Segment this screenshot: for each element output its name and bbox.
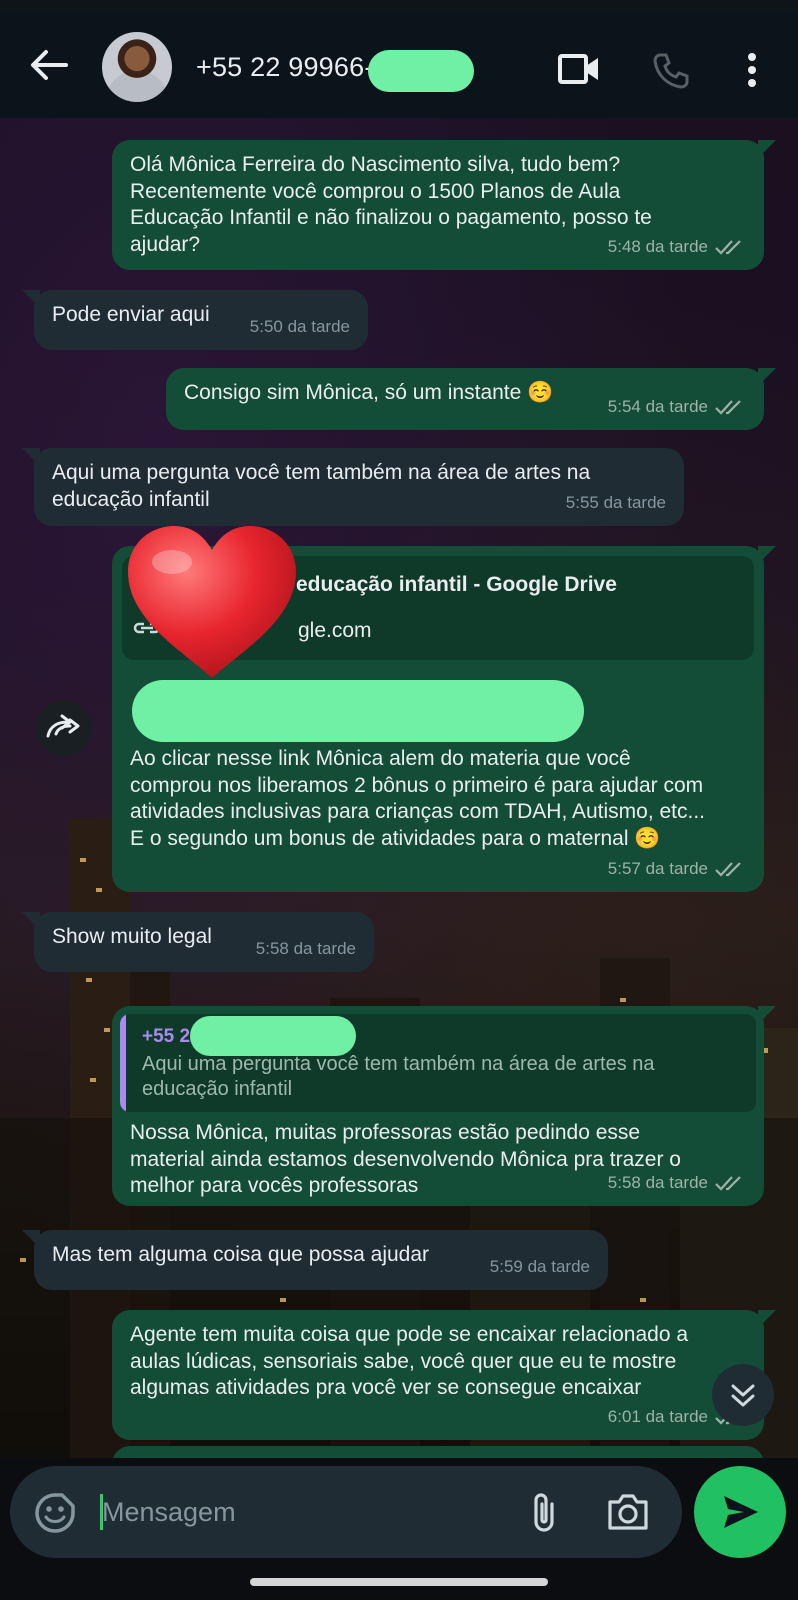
message-text: Agente tem muita coisa que pode se encai… — [130, 1323, 689, 1399]
redacted-link-url[interactable] — [132, 680, 584, 742]
heart-emoji-icon — [128, 526, 296, 678]
message-outgoing-reply[interactable]: +55 22 Aqui uma pergunta você tem também… — [112, 1006, 776, 1206]
send-button[interactable] — [694, 1466, 786, 1558]
message-text: Ao clicar nesse link Mônica alem do mate… — [130, 747, 706, 850]
contact-avatar[interactable] — [102, 32, 172, 102]
camera-icon[interactable] — [606, 1492, 650, 1532]
message-text: Nossa Mônica, muitas professoras estão p… — [130, 1121, 681, 1197]
message-time: 6:01 da tarde — [607, 1406, 708, 1426]
message-incoming[interactable]: Mas tem alguma coisa que possa ajudar 5:… — [22, 1230, 608, 1290]
message-meta: 5:58 da tarde — [256, 936, 356, 963]
link-preview-domain: gle.com — [298, 619, 372, 642]
quote-bar — [120, 1014, 126, 1112]
attach-icon[interactable] — [528, 1490, 560, 1536]
message-meta: 5:50 da tarde — [250, 314, 350, 341]
message-time: 5:59 da tarde — [489, 1256, 590, 1276]
chat-header: +55 22 99966- — [0, 10, 798, 118]
scroll-to-bottom-button[interactable] — [712, 1364, 774, 1426]
message-incoming[interactable]: Show muito legal 5:58 da tarde — [22, 912, 374, 972]
double-check-icon — [715, 239, 741, 255]
message-time: 5:57 da tarde — [607, 858, 708, 878]
quote-text: Aqui uma pergunta você tem também na áre… — [142, 1053, 655, 1100]
message-list[interactable]: Olá Mônica Ferreira do Nascimento silva,… — [0, 118, 798, 1486]
message-meta: 5:57 da tarde — [608, 856, 746, 883]
bubble-tail — [22, 290, 40, 308]
send-icon — [724, 1496, 758, 1528]
message-meta: 5:55 da tarde — [566, 490, 666, 517]
forward-icon — [46, 714, 80, 738]
message-meta: 5:48 da tarde — [608, 234, 746, 261]
bubble-tail — [22, 448, 40, 466]
message-time: 5:55 da tarde — [565, 492, 666, 512]
message-outgoing[interactable]: Consigo sim Mônica, só um instante ☺️ 5:… — [166, 368, 776, 430]
message-time: 5:58 da tarde — [607, 1172, 708, 1192]
quoted-message[interactable]: +55 22 Aqui uma pergunta você tem também… — [120, 1014, 756, 1112]
message-input[interactable] — [102, 1488, 502, 1536]
message-incoming[interactable]: Pode enviar aqui 5:50 da tarde — [22, 290, 368, 350]
bubble-tail — [758, 1006, 776, 1024]
back-arrow-icon[interactable] — [28, 48, 68, 82]
voice-call-icon[interactable] — [652, 52, 690, 90]
bubble-tail — [758, 546, 776, 564]
double-check-icon — [715, 1175, 741, 1191]
link-preview-title: educação infantil - Google Drive — [296, 573, 617, 596]
message-outgoing[interactable]: Agente tem muita coisa que pode se encai… — [112, 1310, 776, 1440]
message-incoming[interactable]: Aqui uma pergunta você tem também na áre… — [22, 448, 684, 526]
bubble-tail — [22, 912, 40, 930]
message-time: 5:54 da tarde — [607, 396, 708, 416]
bubble-tail — [758, 368, 776, 386]
message-time: 5:50 da tarde — [249, 316, 350, 336]
sticker-icon[interactable] — [34, 1492, 76, 1534]
redaction-mark — [190, 1016, 356, 1056]
message-composer[interactable] — [10, 1466, 682, 1558]
bubble-tail — [22, 1230, 40, 1248]
redaction-mark — [368, 50, 474, 92]
status-bar — [0, 0, 798, 10]
contact-name[interactable]: +55 22 99966- — [196, 52, 374, 83]
double-check-icon — [715, 399, 741, 415]
double-check-icon — [715, 861, 741, 877]
message-time: 5:48 da tarde — [607, 236, 708, 256]
message-meta: 5:59 da tarde — [490, 1254, 590, 1281]
more-menu-icon[interactable] — [746, 52, 758, 88]
bubble-tail — [758, 140, 776, 158]
message-outgoing[interactable]: Olá Mônica Ferreira do Nascimento silva,… — [112, 140, 776, 270]
scroll-down-icon — [731, 1384, 755, 1407]
forward-button[interactable] — [36, 700, 92, 756]
message-meta: 5:58 da tarde — [608, 1170, 746, 1197]
video-call-icon[interactable] — [558, 52, 600, 86]
bubble-tail — [758, 1310, 776, 1328]
message-time: 5:58 da tarde — [255, 938, 356, 958]
home-indicator[interactable] — [250, 1578, 548, 1586]
message-meta: 5:54 da tarde — [608, 394, 746, 421]
